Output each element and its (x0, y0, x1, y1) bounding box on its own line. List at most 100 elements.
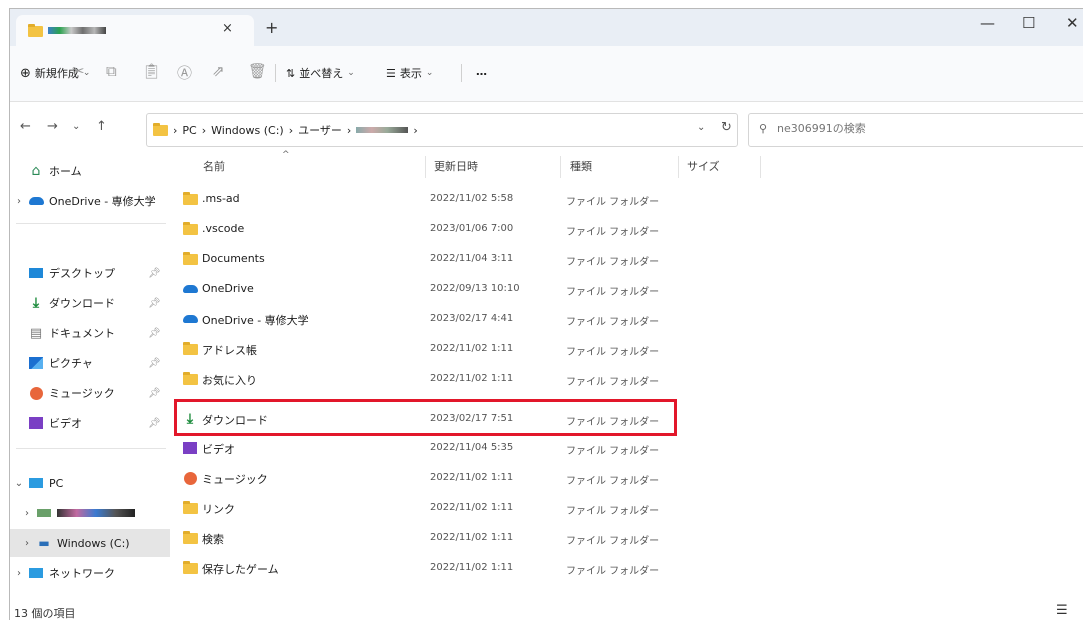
search-box[interactable]: ⚲ (748, 113, 1083, 147)
file-row[interactable]: 保存したゲーム 2022/11/02 1:11 ファイル フォルダー (182, 556, 662, 580)
new-tab-button[interactable]: + (265, 18, 278, 37)
maximize-button[interactable]: ☐ (1022, 14, 1035, 32)
file-row[interactable]: リンク 2022/11/02 1:11 ファイル フォルダー (182, 496, 662, 520)
delete-icon[interactable]: 🗑︎ (248, 62, 267, 80)
close-window-button[interactable]: ✕ (1066, 14, 1079, 32)
file-row[interactable]: お気に入り 2022/11/02 1:11 ファイル フォルダー (182, 367, 662, 391)
download-icon: ⤓ (32, 295, 40, 311)
file-type: ファイル フォルダー (566, 287, 660, 298)
plus-circle-icon: ⊕ (20, 65, 31, 81)
sidebar-item-videos[interactable]: ビデオ 📌︎ (10, 409, 170, 437)
address-dropdown-icon[interactable]: ⌄ (697, 122, 705, 133)
network-icon (28, 565, 44, 581)
paste-icon[interactable]: 📋︎ (142, 62, 161, 80)
sidebar-item-label: ビデオ (49, 417, 82, 430)
breadcrumb-pc[interactable]: PC (182, 124, 196, 137)
cut-icon[interactable]: ✂ (72, 62, 85, 80)
file-type: ファイル フォルダー (566, 257, 660, 268)
view-button[interactable]: ☰ 表示 ⌄ (386, 65, 433, 81)
recent-locations-icon[interactable]: ⌄ (72, 121, 80, 132)
chevron-down-icon: ⌄ (425, 68, 434, 78)
chevron-right-icon[interactable]: › (10, 508, 36, 519)
file-row[interactable]: Documents 2022/11/04 3:11 ファイル フォルダー (182, 247, 662, 271)
redacted-name-image (57, 509, 135, 517)
forward-arrow-icon[interactable]: → (47, 119, 58, 134)
file-date: 2022/11/02 1:11 (430, 502, 514, 513)
file-date: 2022/11/02 1:11 (430, 532, 514, 543)
sort-button[interactable]: ⇅ 並べ替え ⌄ (286, 65, 355, 81)
search-input[interactable] (775, 121, 1079, 136)
toolbar-divider (275, 64, 276, 82)
file-date: 2022/11/04 3:11 (430, 253, 514, 264)
file-row[interactable]: ミュージック 2022/11/02 1:11 ファイル フォルダー (182, 466, 662, 490)
sidebar-item-home[interactable]: ⌂ ホーム (10, 157, 170, 185)
folder-icon (182, 251, 198, 267)
folder-icon (182, 191, 198, 207)
address-bar[interactable]: › PC › Windows (C:) › ユーザー › › ⌄ ↻ (146, 113, 738, 147)
drive-icon: ▬ (38, 536, 50, 550)
back-arrow-icon[interactable]: ← (20, 119, 31, 134)
column-header-name[interactable]: 名前 (203, 158, 225, 174)
rename-icon[interactable]: Ⓐ (177, 62, 192, 83)
file-explorer-window: × + — ☐ ✕ ⊕ 新規作成 ⌄ ✂ ⧉ 📋︎ Ⓐ ⇗ 🗑︎ ⇅ 並べ替え … (9, 8, 1083, 620)
breadcrumb-windows-c[interactable]: Windows (C:) (211, 124, 284, 137)
file-row[interactable]: .vscode 2023/01/06 7:00 ファイル フォルダー (182, 217, 662, 241)
up-arrow-icon[interactable]: ↑ (96, 119, 107, 134)
minimize-button[interactable]: — (980, 14, 995, 32)
file-row[interactable]: .ms-ad 2022/11/02 5:58 ファイル フォルダー (182, 187, 662, 211)
sidebar-item-windows-c[interactable]: › ▬ Windows (C:) (10, 529, 170, 557)
sidebar-item-downloads[interactable]: ⤓ ダウンロード 📌︎ (10, 289, 170, 317)
details-view-icon[interactable]: ☰ (1056, 603, 1068, 618)
share-icon[interactable]: ⇗ (212, 62, 225, 80)
column-header-size[interactable]: サイズ (687, 158, 720, 174)
sidebar-item-label: ピクチャ (49, 357, 93, 370)
folder-icon (182, 530, 198, 546)
video-icon (28, 415, 44, 431)
sidebar-item-label: ドキュメント (49, 327, 115, 340)
sidebar-item-network-drive[interactable]: › (10, 499, 170, 527)
sidebar-item-pc[interactable]: ⌄ PC (10, 469, 170, 497)
tab-current[interactable]: × (16, 15, 254, 46)
sidebar-item-label: ネットワーク (49, 567, 115, 580)
folder-icon (182, 560, 198, 576)
column-header-date[interactable]: 更新日時 (434, 158, 478, 174)
home-icon: ⌂ (31, 163, 41, 179)
sidebar-item-music[interactable]: ミュージック 📌︎ (10, 379, 170, 407)
file-row[interactable]: OneDrive - 専修大学 2023/02/17 4:41 ファイル フォル… (182, 307, 662, 331)
view-button-label: 表示 (399, 67, 422, 80)
file-row[interactable]: ビデオ 2022/11/04 5:35 ファイル フォルダー (182, 436, 662, 460)
file-name: 保存したゲーム (202, 563, 279, 576)
item-count: 13 個の項目 (14, 607, 76, 620)
file-type: ファイル フォルダー (566, 566, 660, 577)
sidebar-item-onedrive[interactable]: › OneDrive - 専修大学 (10, 187, 170, 215)
sidebar-divider (16, 223, 166, 224)
sidebar-item-network[interactable]: › ネットワーク (10, 559, 170, 587)
file-row[interactable]: 検索 2022/11/02 1:11 ファイル フォルダー (182, 526, 662, 550)
column-header-type[interactable]: 種類 (570, 158, 592, 174)
file-name: ビデオ (202, 443, 235, 456)
redacted-name-image[interactable] (356, 127, 409, 133)
tab-close-button[interactable]: × (222, 21, 233, 36)
folder-icon (182, 500, 198, 516)
file-date: 2022/11/02 1:11 (430, 472, 514, 483)
file-row[interactable]: アドレス帳 2022/11/02 1:11 ファイル フォルダー (182, 337, 662, 361)
refresh-icon[interactable]: ↻ (721, 120, 732, 135)
sidebar-item-pictures[interactable]: ピクチャ 📌︎ (10, 349, 170, 377)
chevron-right-icon[interactable]: › (10, 568, 28, 579)
document-icon: ▤ (29, 325, 43, 341)
sidebar-item-documents[interactable]: ▤ ドキュメント 📌︎ (10, 319, 170, 347)
sidebar-item-label: ダウンロード (49, 297, 115, 310)
file-type: ファイル フォルダー (566, 227, 660, 238)
file-date: 2022/11/02 1:11 (430, 562, 514, 573)
more-options-button[interactable]: … (476, 65, 487, 78)
chevron-right-icon[interactable]: › (10, 196, 28, 207)
breadcrumb-users[interactable]: ユーザー (298, 122, 342, 138)
sidebar-item-label: デスクトップ (49, 267, 115, 280)
video-icon (182, 440, 198, 456)
tab-title (48, 24, 128, 36)
chevron-down-icon[interactable]: ⌄ (10, 478, 28, 489)
copy-icon[interactable]: ⧉ (106, 62, 117, 80)
sidebar-item-desktop[interactable]: デスクトップ 📌︎ (10, 259, 170, 287)
chevron-right-icon[interactable]: › (10, 538, 36, 549)
file-row[interactable]: OneDrive 2022/09/13 10:10 ファイル フォルダー (182, 277, 662, 301)
